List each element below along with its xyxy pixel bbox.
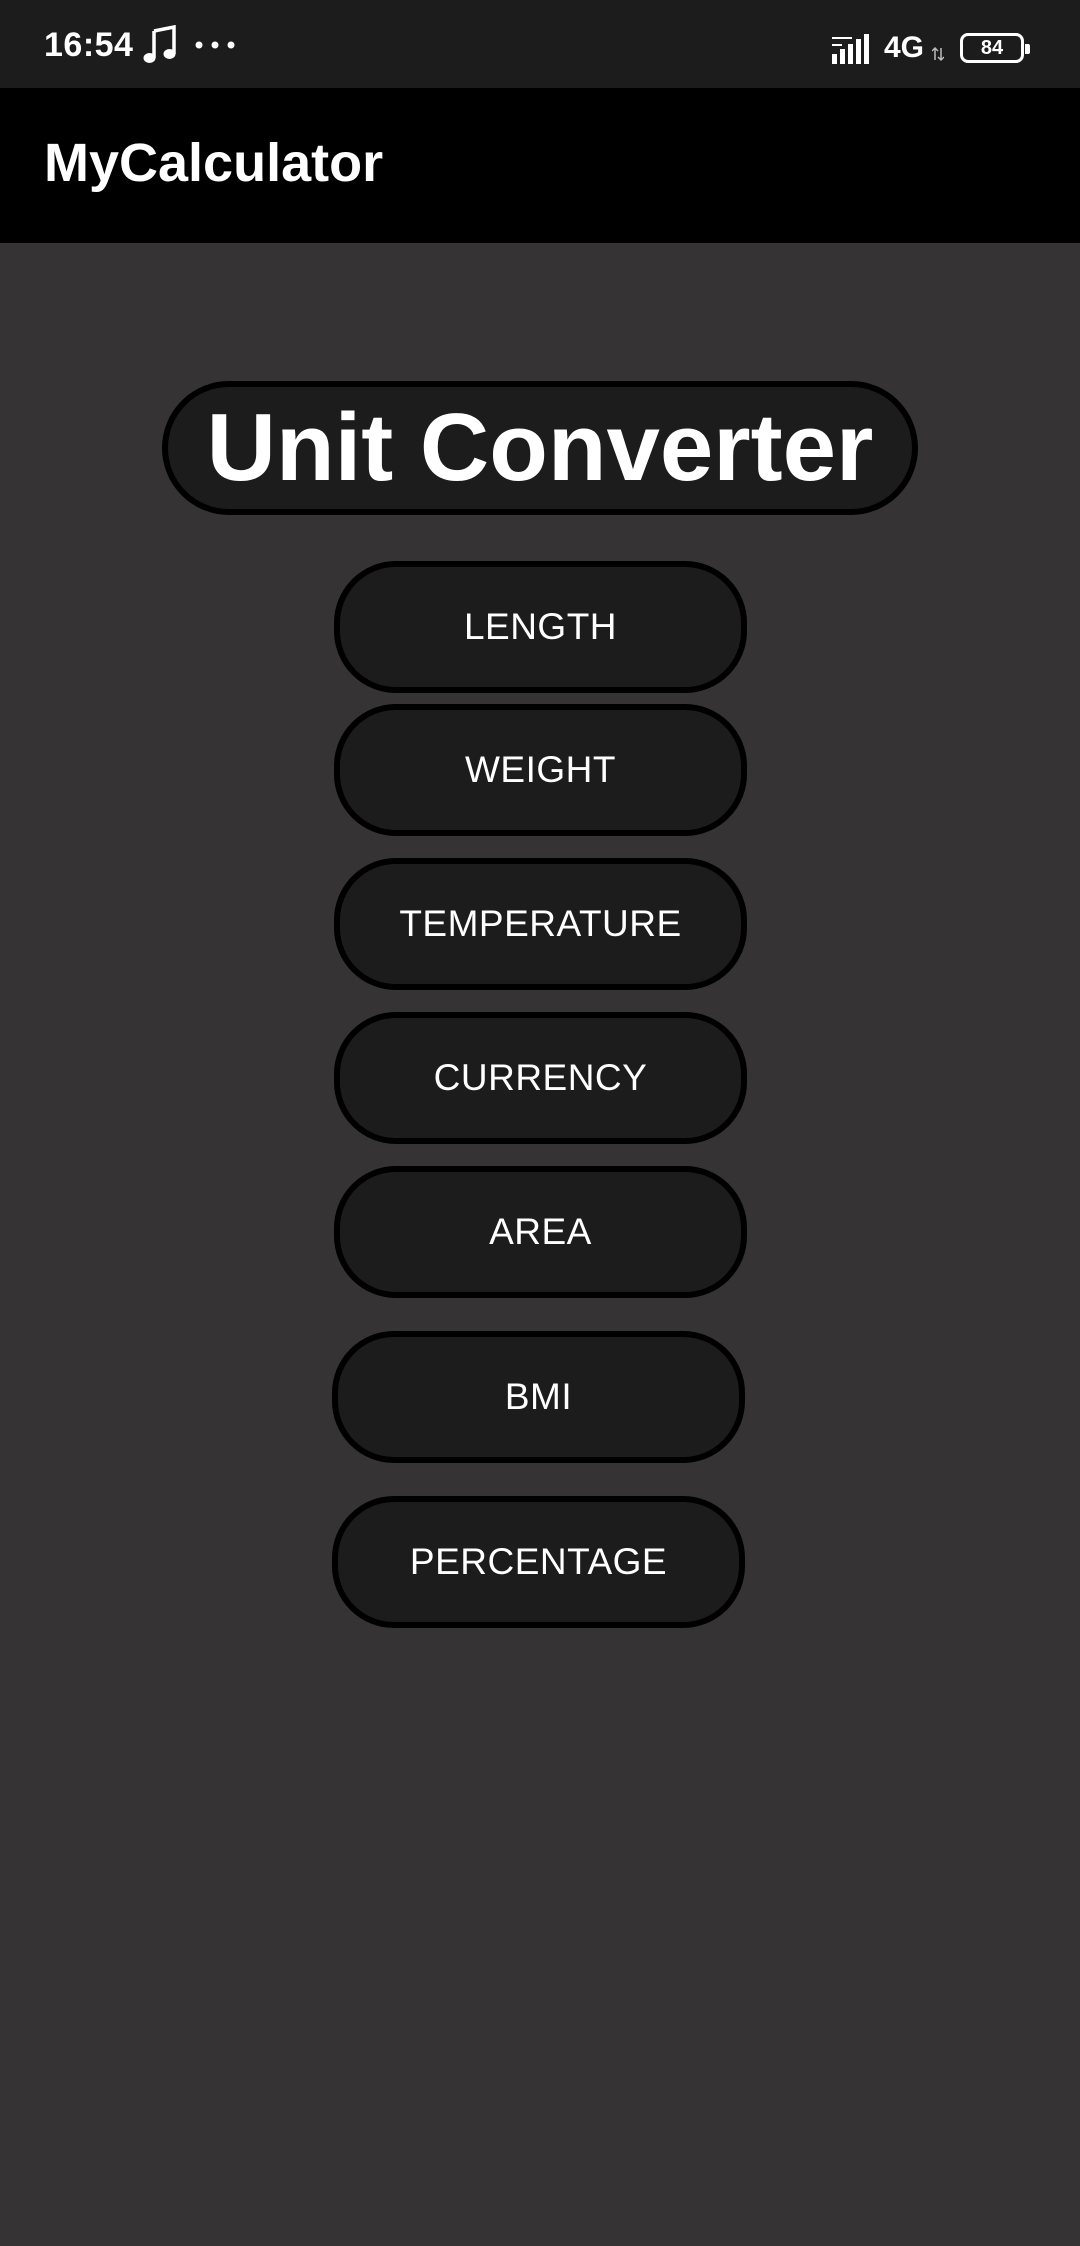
- signal-bars-icon: [831, 34, 869, 64]
- area-button-label: AREA: [489, 1211, 592, 1252]
- status-right: 4G 84: [831, 28, 1030, 68]
- bmi-button[interactable]: BMI: [332, 1331, 745, 1463]
- weight-button[interactable]: WEIGHT: [334, 704, 747, 836]
- more-dots-icon: [195, 41, 235, 49]
- percentage-button-label: PERCENTAGE: [409, 1541, 668, 1582]
- network-label: 4G: [883, 31, 924, 64]
- music-note-icon: [143, 25, 177, 63]
- weight-button-label: WEIGHT: [465, 749, 616, 790]
- length-button-label: LENGTH: [463, 606, 618, 647]
- percentage-button[interactable]: PERCENTAGE: [332, 1496, 745, 1628]
- status-bar: 16:54 4G 84: [0, 0, 1080, 88]
- area-button[interactable]: AREA: [334, 1166, 747, 1298]
- temperature-button[interactable]: TEMPERATURE: [334, 858, 747, 990]
- main-content: Unit Converter LENGTH WEIGHT TEMPERATURE…: [0, 243, 1080, 2246]
- data-arrows-icon: [932, 46, 944, 62]
- currency-button[interactable]: CURRENCY: [334, 1012, 747, 1144]
- battery-level: 84: [980, 36, 1004, 59]
- app-title: MyCalculator: [44, 133, 384, 193]
- bmi-button-label: BMI: [504, 1376, 573, 1417]
- length-button[interactable]: LENGTH: [334, 561, 747, 693]
- heading-pill: Unit Converter: [162, 381, 918, 515]
- currency-button-label: CURRENCY: [433, 1057, 648, 1098]
- status-time: 16:54: [44, 25, 134, 64]
- battery-icon: 84: [960, 33, 1030, 63]
- temperature-button-label: TEMPERATURE: [399, 903, 682, 944]
- app-bar: MyCalculator: [0, 88, 1080, 243]
- status-left: 16:54: [44, 22, 237, 68]
- page-heading: Unit Converter: [206, 394, 874, 501]
